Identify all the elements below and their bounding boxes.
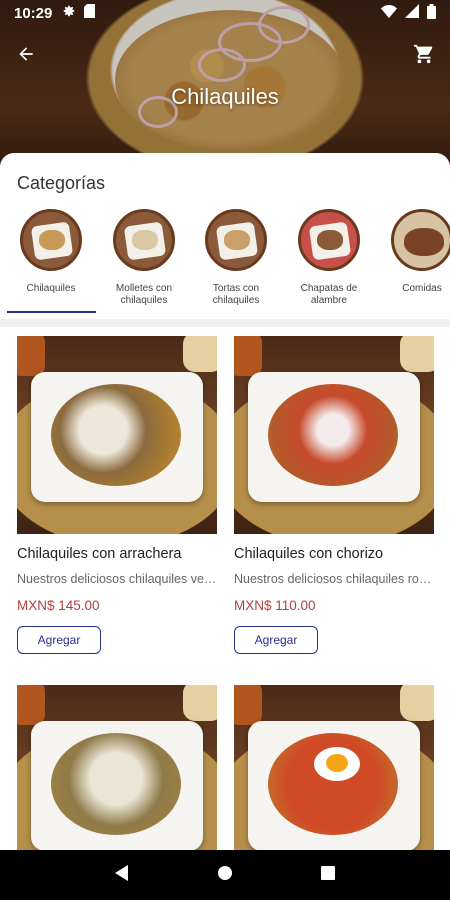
add-to-cart-button[interactable]: Agregar <box>234 626 318 654</box>
product-price: MXN$ 145.00 <box>17 598 100 613</box>
category-image <box>20 209 82 271</box>
page-title: Chilaquiles <box>171 84 279 109</box>
circle-home-icon <box>217 865 233 886</box>
product-name: Chilaquiles con arrachera <box>17 546 182 562</box>
product-image <box>234 685 434 850</box>
category-label: Molletes con chilaquiles <box>115 283 173 306</box>
food-shape <box>39 230 65 250</box>
bread-shape <box>183 336 217 372</box>
arrow-left-icon <box>16 44 36 69</box>
signal-icon <box>405 4 419 22</box>
product-name: Chilaquiles con chorizo <box>234 546 384 562</box>
jar-shape <box>17 336 45 376</box>
dish-shape <box>268 384 398 486</box>
bread-shape <box>400 336 434 372</box>
category-label: Tortas con chilaquiles <box>212 283 260 306</box>
content-sheet: Categorías Chilaquiles Molletes con chil… <box>0 153 450 850</box>
bread-shape <box>400 685 434 721</box>
product-description: Nuestros deliciosos chilaquiles verdes c… <box>17 572 217 586</box>
dish-shape <box>51 733 181 835</box>
nav-home-button[interactable] <box>209 859 241 891</box>
cart-button[interactable] <box>410 42 438 70</box>
category-label: Chapatas de alambre <box>300 283 358 306</box>
product-card[interactable]: Chilaquiles con arrachera Nuestros delic… <box>17 336 217 654</box>
category-label: Comidas <box>402 283 442 294</box>
product-image <box>234 336 434 534</box>
add-to-cart-button[interactable]: Agregar <box>17 626 101 654</box>
food-shape <box>317 230 343 250</box>
categories-heading: Categorías <box>17 173 106 193</box>
food-shape <box>132 230 158 250</box>
category-item-tortas[interactable]: Tortas con chilaquiles <box>190 209 282 307</box>
nav-back-button[interactable] <box>106 859 138 891</box>
category-image <box>391 209 450 271</box>
jar-shape <box>234 685 262 725</box>
category-image <box>298 209 360 271</box>
category-image <box>113 209 175 271</box>
section-divider <box>0 319 450 327</box>
system-navigation-bar <box>0 850 450 900</box>
gear-icon <box>62 4 76 22</box>
category-item-chilaquiles[interactable]: Chilaquiles <box>5 209 97 295</box>
product-image <box>17 685 217 850</box>
battery-icon <box>427 3 436 23</box>
category-item-comidas[interactable]: Comidas <box>376 209 450 295</box>
dish-shape <box>51 384 181 486</box>
wifi-icon <box>381 4 397 22</box>
nav-recents-button[interactable] <box>312 859 344 891</box>
food-shape <box>224 230 250 250</box>
product-image <box>17 336 217 534</box>
category-item-chapatas[interactable]: Chapatas de alambre <box>283 209 375 307</box>
jar-shape <box>17 685 45 725</box>
sd-card-icon <box>84 4 96 22</box>
category-label: Chilaquiles <box>26 283 76 294</box>
category-item-molletes[interactable]: Molletes con chilaquiles <box>98 209 190 307</box>
product-card[interactable] <box>17 685 217 850</box>
food-shape <box>404 228 444 256</box>
fried-egg-shape <box>314 747 360 781</box>
category-carousel[interactable]: Chilaquiles Molletes con chilaquiles Tor… <box>0 209 450 314</box>
shopping-cart-icon <box>413 43 435 70</box>
category-image <box>205 209 267 271</box>
status-bar: 10:29 <box>0 0 450 26</box>
product-card[interactable] <box>234 685 434 850</box>
back-button[interactable] <box>12 42 40 70</box>
status-time: 10:29 <box>14 4 53 22</box>
square-recents-icon <box>320 865 336 886</box>
jar-shape <box>234 336 262 376</box>
hero-banner: 10:29 Chilaquiles <box>0 0 450 175</box>
product-description: Nuestros deliciosos chilaquiles rojos co… <box>234 572 434 586</box>
triangle-back-icon <box>114 864 130 887</box>
selected-category-indicator <box>7 311 96 313</box>
product-card[interactable]: Chilaquiles con chorizo Nuestros delicio… <box>234 336 434 654</box>
bread-shape <box>183 685 217 721</box>
product-price: MXN$ 110.00 <box>234 598 316 613</box>
